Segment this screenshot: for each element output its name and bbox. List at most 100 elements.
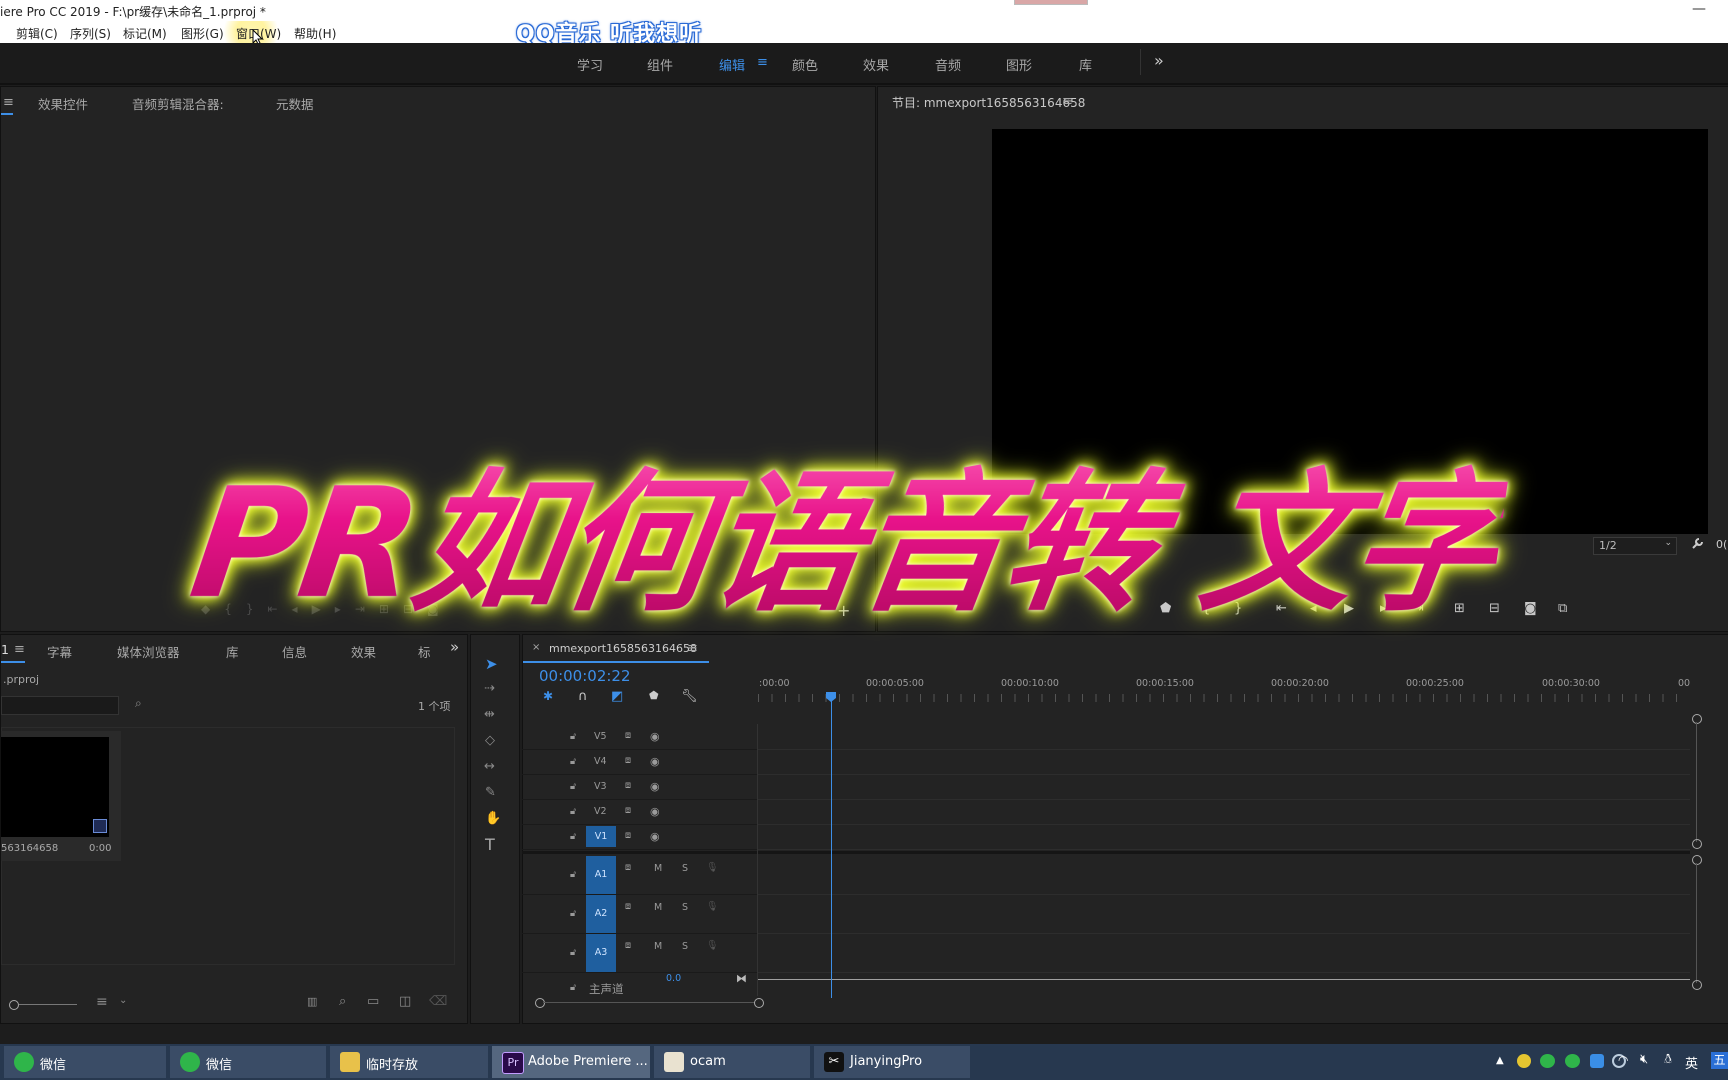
- track-v2[interactable]: 🔓︎ V2 ⧈ ◉: [522, 799, 757, 825]
- tray-wechat-icon[interactable]: [1565, 1054, 1580, 1068]
- mute-button[interactable]: M: [654, 902, 662, 913]
- track-a1[interactable]: 🔓︎ A1 ⧈ M S 🎙︎: [522, 856, 757, 895]
- wrench-icon[interactable]: [1690, 537, 1704, 551]
- solo-button[interactable]: S: [682, 941, 688, 952]
- lane-v4[interactable]: [758, 749, 1690, 775]
- microphone-icon[interactable]: 🎙︎: [706, 940, 718, 951]
- lock-icon[interactable]: 🔓︎: [570, 831, 576, 842]
- sync-lock-icon[interactable]: ⧈: [625, 830, 631, 841]
- taskbar-jianying[interactable]: ✂ JianyingPro: [814, 1046, 970, 1078]
- taskbar-ocam[interactable]: ocam: [654, 1046, 810, 1078]
- tab-markers[interactable]: 标: [418, 642, 431, 661]
- zoom-select[interactable]: 1/2 ⌄: [1593, 537, 1677, 555]
- ripple-edit-tool-icon[interactable]: ⇹: [484, 707, 495, 722]
- lock-icon[interactable]: 🔓︎: [570, 947, 576, 958]
- tray-security-icon[interactable]: [1590, 1054, 1604, 1068]
- lane-a1[interactable]: [758, 856, 1690, 895]
- sync-lock-icon[interactable]: ⧈: [625, 755, 631, 766]
- menu-markers[interactable]: 标记(M): [123, 25, 167, 42]
- track-v4[interactable]: 🔓︎ V4 ⧈ ◉: [522, 749, 757, 775]
- horizontal-scroll-handle[interactable]: [535, 998, 545, 1008]
- pen-tool-icon[interactable]: ✎: [485, 785, 496, 800]
- solo-button[interactable]: S: [682, 902, 688, 913]
- track-label[interactable]: A3: [586, 934, 616, 972]
- sort-icon[interactable]: ≡: [96, 994, 108, 1010]
- menu-sequence[interactable]: 序列(S): [70, 25, 111, 42]
- track-select-tool-icon[interactable]: ⇢: [484, 681, 495, 696]
- tray-expand-icon[interactable]: ▲: [1496, 1055, 1504, 1066]
- chevron-down-icon[interactable]: ⌄: [119, 995, 127, 1006]
- track-master[interactable]: 🔓︎ 主声道 0.0 ⧓: [522, 972, 757, 999]
- lane-v2[interactable]: [758, 799, 1690, 825]
- lock-icon[interactable]: 🔓︎: [570, 908, 576, 919]
- track-label[interactable]: A1: [586, 856, 616, 894]
- vertical-scroll-handle[interactable]: [1692, 980, 1702, 990]
- mute-button[interactable]: M: [654, 863, 662, 874]
- eye-icon[interactable]: ◉: [650, 730, 660, 743]
- microphone-icon[interactable]: 🎙︎: [706, 901, 718, 912]
- sequence-tab[interactable]: mmexport1658563164658: [549, 642, 697, 655]
- master-volume[interactable]: 0.0: [666, 973, 681, 984]
- find-icon[interactable]: ⌕: [339, 994, 346, 1009]
- tab-metadata[interactable]: 元数据: [276, 94, 314, 113]
- track-v1[interactable]: 🔓︎ V1 ⧈ ◉: [522, 824, 757, 850]
- vertical-scroll-handle[interactable]: [1692, 855, 1702, 865]
- program-monitor-title[interactable]: 节目: mmexport1658563164658: [892, 94, 1085, 111]
- panel-menu-icon[interactable]: ≡: [3, 95, 14, 110]
- workspace-assembly[interactable]: 组件: [647, 55, 673, 74]
- tab-info[interactable]: 信息: [282, 642, 307, 661]
- vertical-scrollbar[interactable]: [1696, 863, 1697, 983]
- vertical-scroll-handle[interactable]: [1692, 714, 1702, 724]
- sync-lock-icon[interactable]: ⧈: [625, 805, 631, 816]
- lock-icon[interactable]: 🔓︎: [570, 731, 576, 742]
- taskbar-folder[interactable]: 临时存放: [330, 1046, 488, 1078]
- new-item-icon[interactable]: ◫: [399, 994, 411, 1009]
- eye-icon[interactable]: ◉: [650, 755, 660, 768]
- tab-project[interactable]: 1: [1, 642, 9, 657]
- clip-thumbnail-card[interactable]: 563164658 0:00: [1, 731, 121, 861]
- close-sequence-icon[interactable]: ×: [532, 642, 540, 653]
- solo-button[interactable]: S: [682, 863, 688, 874]
- tab-effect-controls[interactable]: 效果控件: [38, 94, 88, 113]
- more-tabs-icon[interactable]: »: [450, 638, 459, 656]
- clear-icon[interactable]: ⌫: [429, 994, 447, 1009]
- tab-libraries[interactable]: 库: [226, 642, 239, 661]
- workspace-menu-icon[interactable]: ≡: [757, 55, 768, 70]
- wifi-icon[interactable]: ◠: [1618, 1053, 1628, 1067]
- vertical-scroll-handle[interactable]: [1692, 839, 1702, 849]
- tab-audio-clip-mixer[interactable]: 音频剪辑混合器:: [132, 94, 224, 113]
- menu-clip[interactable]: 剪辑(C): [16, 25, 58, 42]
- menu-graphics[interactable]: 图形(G): [181, 25, 224, 42]
- eye-icon[interactable]: ◉: [650, 805, 660, 818]
- sync-lock-icon[interactable]: ⧈: [625, 862, 631, 873]
- automate-icon[interactable]: ▥: [307, 995, 317, 1008]
- more-workspaces-icon[interactable]: »: [1154, 51, 1164, 70]
- sequence-menu-icon[interactable]: ≡: [687, 641, 698, 656]
- tab-captions[interactable]: 字幕: [47, 642, 72, 661]
- lock-icon[interactable]: 🔓︎: [570, 781, 576, 792]
- eye-icon[interactable]: ◉: [650, 830, 660, 843]
- track-a2[interactable]: 🔓︎ A2 ⧈ M S 🎙︎: [522, 895, 757, 934]
- qq-icon[interactable]: 🐧︎: [1664, 1052, 1672, 1068]
- project-search-input[interactable]: [1, 696, 119, 715]
- tab-media-browser[interactable]: 媒体浏览器: [117, 642, 180, 661]
- lane-v5[interactable]: [758, 724, 1690, 750]
- menu-help[interactable]: 帮助(H): [294, 25, 336, 42]
- lock-icon[interactable]: 🔓︎: [570, 982, 576, 993]
- lock-icon[interactable]: 🔓︎: [570, 756, 576, 767]
- linked-selection-icon[interactable]: ◩: [611, 689, 623, 704]
- taskbar-wechat-2[interactable]: 微信: [170, 1046, 326, 1078]
- minimize-button[interactable]: —: [1692, 1, 1706, 17]
- razor-tool-icon[interactable]: ◇: [485, 733, 495, 748]
- timeline-settings-icon[interactable]: 🔧︎: [681, 689, 698, 704]
- tab-effects[interactable]: 效果: [351, 642, 376, 661]
- camera-icon[interactable]: ◙: [1524, 601, 1537, 616]
- workspace-audio[interactable]: 音频: [935, 55, 961, 74]
- sync-lock-icon[interactable]: ⧈: [625, 940, 631, 951]
- taskbar-premiere[interactable]: Pr Adobe Premiere ...: [492, 1046, 650, 1078]
- nest-toggle-icon[interactable]: ✱: [543, 689, 553, 703]
- new-bin-icon[interactable]: ▭: [367, 994, 379, 1009]
- mute-button[interactable]: M: [654, 941, 662, 952]
- track-a3[interactable]: 🔓︎ A3 ⧈ M S 🎙︎: [522, 934, 757, 973]
- tray-app-icon[interactable]: [1517, 1054, 1531, 1068]
